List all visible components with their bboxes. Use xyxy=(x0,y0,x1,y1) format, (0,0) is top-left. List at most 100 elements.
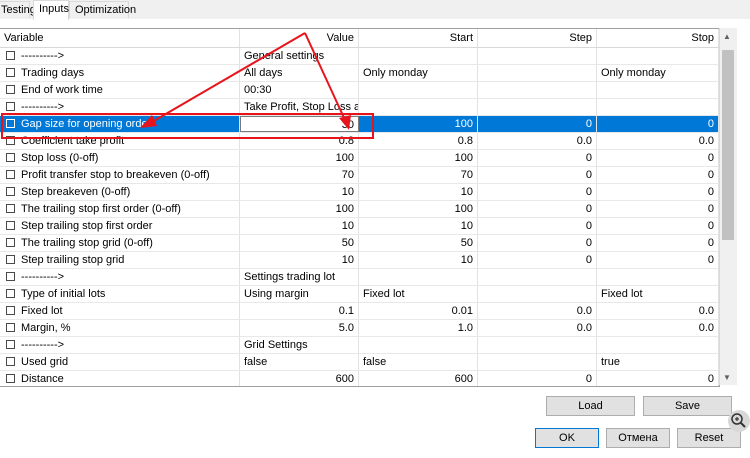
variable-cell[interactable]: ----------> xyxy=(0,99,240,115)
row-checkbox[interactable] xyxy=(6,187,15,196)
column-header-stop[interactable]: Stop xyxy=(597,29,719,47)
variable-cell[interactable]: ----------> xyxy=(0,269,240,285)
table-row[interactable]: Type of initial lots Using margin Fixed lo… xyxy=(0,286,719,303)
row-checkbox[interactable] xyxy=(6,153,15,162)
start-cell[interactable]: false xyxy=(359,354,478,370)
value-cell[interactable]: 600 xyxy=(240,371,359,386)
column-header-start[interactable]: Start xyxy=(359,29,478,47)
row-checkbox[interactable] xyxy=(6,68,15,77)
step-cell[interactable]: 0 xyxy=(478,371,597,386)
column-header-step[interactable]: Step xyxy=(478,29,597,47)
start-cell[interactable]: 0.8 xyxy=(359,133,478,149)
stop-cell[interactable]: 0 xyxy=(597,218,719,234)
row-checkbox[interactable] xyxy=(6,170,15,179)
value-cell[interactable]: 5.0 xyxy=(240,320,359,336)
zoom-icon[interactable] xyxy=(728,410,750,432)
row-checkbox[interactable] xyxy=(6,221,15,230)
table-row[interactable]: Coefficient take profit 0.8 0.8 0.0 0.0 xyxy=(0,133,719,150)
start-cell[interactable] xyxy=(359,82,478,98)
tab-inputs[interactable]: Inputs xyxy=(33,0,69,20)
value-cell[interactable]: Settings trading lot xyxy=(240,269,359,285)
table-row-selected[interactable]: Gap size for opening order 30 100 0 0 xyxy=(0,116,719,133)
stop-cell[interactable]: Fixed lot xyxy=(597,286,719,302)
step-cell[interactable] xyxy=(478,99,597,115)
variable-cell[interactable]: Fixed lot xyxy=(0,303,240,319)
row-checkbox[interactable] xyxy=(6,119,15,128)
step-cell[interactable]: 0 xyxy=(478,252,597,268)
table-row[interactable]: Used grid false false true xyxy=(0,354,719,371)
table-row[interactable]: Step trailing stop grid 10 10 0 0 xyxy=(0,252,719,269)
step-cell[interactable] xyxy=(478,48,597,64)
table-row[interactable]: Stop loss (0-off) 100 100 0 0 xyxy=(0,150,719,167)
stop-cell[interactable]: 0.0 xyxy=(597,133,719,149)
value-edit-input[interactable]: 30 xyxy=(240,116,359,132)
start-cell[interactable]: 1.0 xyxy=(359,320,478,336)
stop-cell[interactable]: 0 xyxy=(597,252,719,268)
value-cell[interactable]: Take Profit, Stop Loss and Gap Settings xyxy=(240,99,359,115)
value-cell[interactable]: All days xyxy=(240,65,359,81)
stop-cell[interactable] xyxy=(597,82,719,98)
value-cell[interactable]: 50 xyxy=(240,235,359,251)
row-checkbox[interactable] xyxy=(6,289,15,298)
stop-cell[interactable]: 0 xyxy=(597,201,719,217)
start-cell[interactable]: 10 xyxy=(359,252,478,268)
variable-cell[interactable]: Margin, % xyxy=(0,320,240,336)
variable-cell[interactable]: ----------> xyxy=(0,337,240,353)
start-cell[interactable]: 600 xyxy=(359,371,478,386)
step-cell[interactable]: 0 xyxy=(478,167,597,183)
row-checkbox[interactable] xyxy=(6,85,15,94)
step-cell[interactable]: 0 xyxy=(478,184,597,200)
value-cell[interactable]: 0.8 xyxy=(240,133,359,149)
row-checkbox[interactable] xyxy=(6,374,15,383)
section-row[interactable]: ----------> General settings xyxy=(0,48,719,65)
start-cell[interactable]: Only monday xyxy=(359,65,478,81)
table-row[interactable]: End of work time 00:30 xyxy=(0,82,719,99)
section-row[interactable]: ----------> Take Profit, Stop Loss and Ga… xyxy=(0,99,719,116)
variable-cell[interactable]: End of work time xyxy=(0,82,240,98)
step-cell[interactable]: 0 xyxy=(478,235,597,251)
step-cell[interactable]: 0 xyxy=(478,201,597,217)
value-cell[interactable]: General settings xyxy=(240,48,359,64)
stop-cell[interactable]: true xyxy=(597,354,719,370)
step-cell[interactable] xyxy=(478,65,597,81)
value-cell[interactable]: 10 xyxy=(240,184,359,200)
variable-cell[interactable]: Distance xyxy=(0,371,240,386)
variable-cell[interactable]: Trading days xyxy=(0,65,240,81)
value-cell[interactable]: 70 xyxy=(240,167,359,183)
variable-cell[interactable]: Type of initial lots xyxy=(0,286,240,302)
column-header-value[interactable]: Value xyxy=(240,29,359,47)
save-button[interactable]: Save xyxy=(643,396,732,416)
variable-cell[interactable]: The trailing stop grid (0-off) xyxy=(0,235,240,251)
step-cell[interactable]: 0 xyxy=(478,218,597,234)
variable-cell[interactable]: Step trailing stop grid xyxy=(0,252,240,268)
start-cell[interactable] xyxy=(359,269,478,285)
row-checkbox[interactable] xyxy=(6,136,15,145)
value-cell[interactable]: 100 xyxy=(240,150,359,166)
table-row[interactable]: Trading days All days Only monday Only mond… xyxy=(0,65,719,82)
start-cell[interactable] xyxy=(359,48,478,64)
variable-cell[interactable]: Coefficient take profit xyxy=(0,133,240,149)
stop-cell[interactable]: 0 xyxy=(597,167,719,183)
value-cell[interactable]: 10 xyxy=(240,218,359,234)
start-cell[interactable]: 50 xyxy=(359,235,478,251)
start-cell[interactable]: 100 xyxy=(359,116,478,132)
column-header-variable[interactable]: Variable xyxy=(0,29,240,47)
section-row[interactable]: ----------> Settings trading lot xyxy=(0,269,719,286)
variable-cell[interactable]: Profit transfer stop to breakeven (0-off… xyxy=(0,167,240,183)
scroll-down-icon[interactable]: ▼ xyxy=(723,373,731,382)
stop-cell[interactable] xyxy=(597,337,719,353)
step-cell[interactable]: 0.0 xyxy=(478,320,597,336)
stop-cell[interactable] xyxy=(597,99,719,115)
section-row[interactable]: ----------> Grid Settings xyxy=(0,337,719,354)
value-cell[interactable]: 00:30 xyxy=(240,82,359,98)
stop-cell[interactable]: 0 xyxy=(597,371,719,386)
variable-cell[interactable]: Used grid xyxy=(0,354,240,370)
stop-cell[interactable] xyxy=(597,269,719,285)
table-row[interactable]: Fixed lot 0.1 0.01 0.0 0.0 xyxy=(0,303,719,320)
table-row[interactable]: Distance 600 600 0 0 xyxy=(0,371,719,386)
variable-cell[interactable]: Stop loss (0-off) xyxy=(0,150,240,166)
step-cell[interactable] xyxy=(478,286,597,302)
scroll-up-icon[interactable]: ▲ xyxy=(723,32,731,41)
start-cell[interactable]: 100 xyxy=(359,150,478,166)
table-row[interactable]: The trailing stop grid (0-off) 50 50 0 0 xyxy=(0,235,719,252)
